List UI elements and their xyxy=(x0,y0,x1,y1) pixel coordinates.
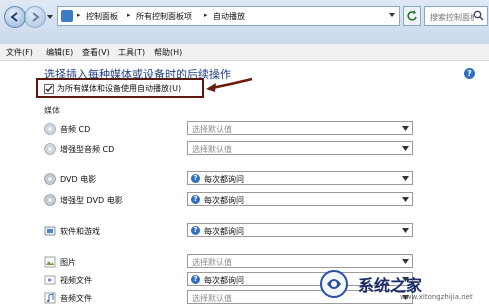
media-row-label: 图片 xyxy=(60,258,76,267)
select-value: 选择默认值 xyxy=(192,294,232,303)
back-button[interactable] xyxy=(4,6,26,28)
media-row-audio-cd: 音频 CD 选择默认值 xyxy=(44,121,424,137)
address-bar-area: ▸ 控制面板 ▸ 所有控制面板项 ▸ 自动播放 xyxy=(0,0,489,45)
address-bar[interactable]: ▸ 控制面板 ▸ 所有控制面板项 ▸ 自动播放 xyxy=(57,6,400,26)
software-games-icon xyxy=(44,226,56,236)
watermark-url: www.xitongzhijia.net xyxy=(400,293,473,301)
select-value: 每次都询问 xyxy=(204,196,244,205)
select-value: 每次都询问 xyxy=(204,276,244,285)
menu-bar: 文件(F) 编辑(E) 查看(V) 工具(T) 帮助(H) xyxy=(0,44,489,61)
refresh-button[interactable] xyxy=(403,6,421,26)
forward-arrow-icon xyxy=(32,12,40,22)
audio-files-icon xyxy=(44,292,56,304)
pictures-select[interactable]: 选择默认值 xyxy=(187,254,413,268)
menu-help[interactable]: 帮助(H) xyxy=(154,47,182,58)
autoplay-all-checkbox[interactable] xyxy=(44,84,54,94)
annotation-arrow-icon xyxy=(206,77,253,92)
watermark-logo-icon xyxy=(320,270,348,298)
control-panel-icon xyxy=(61,10,73,22)
breadcrumb-autoplay[interactable]: 自动播放 xyxy=(213,11,245,22)
enhanced-dvd-icon xyxy=(44,194,56,206)
select-value: 每次都询问 xyxy=(204,175,244,184)
select-value: 每次都询问 xyxy=(204,227,244,236)
chevron-down-icon xyxy=(402,126,409,131)
breadcrumb-control-panel[interactable]: 控制面板 xyxy=(86,11,118,22)
checkmark-icon xyxy=(45,85,53,92)
chevron-down-icon xyxy=(402,146,409,151)
media-row-label: 增强型 DVD 电影 xyxy=(60,196,123,205)
chevron-down-icon xyxy=(402,228,409,233)
enhanced-audio-cd-select[interactable]: 选择默认值 xyxy=(187,141,413,155)
menu-view[interactable]: 查看(V) xyxy=(82,47,110,58)
search-icon[interactable] xyxy=(473,10,484,21)
pictures-icon xyxy=(44,256,56,268)
recent-pages-chevron-icon[interactable] xyxy=(46,13,54,21)
software-games-select[interactable]: ? 每次都询问 xyxy=(187,223,413,237)
breadcrumb-all-items[interactable]: 所有控制面板项 xyxy=(136,11,192,22)
media-row-label: DVD 电影 xyxy=(60,175,97,184)
media-row-label: 软件和游戏 xyxy=(60,227,100,236)
watermark: 系统之家 www.xitongzhijia.net xyxy=(320,268,488,304)
search-box[interactable] xyxy=(424,6,488,26)
select-value: 选择默认值 xyxy=(192,145,232,154)
media-row-dvd-movie: DVD 电影 ? 每次都询问 xyxy=(44,171,424,187)
breadcrumb-separator: ▸ xyxy=(127,11,131,19)
menu-file[interactable]: 文件(F) xyxy=(6,47,33,58)
help-icon[interactable]: ? xyxy=(464,68,475,79)
question-icon: ? xyxy=(191,226,200,235)
chevron-down-icon xyxy=(402,259,409,264)
enhanced-dvd-select[interactable]: ? 每次都询问 xyxy=(187,192,413,206)
media-row-enhanced-audio-cd: 增强型音频 CD 选择默认值 xyxy=(44,141,424,157)
media-row-enhanced-dvd: 增强型 DVD 电影 ? 每次都询问 xyxy=(44,192,424,208)
menu-edit[interactable]: 编辑(E) xyxy=(46,47,73,58)
media-row-label: 音频 CD xyxy=(60,125,91,134)
back-arrow-icon xyxy=(10,12,18,22)
dvd-movie-icon xyxy=(44,173,56,185)
autoplay-all-label: 为所有媒体和设备使用自动播放(U) xyxy=(57,84,182,93)
forward-button[interactable] xyxy=(24,6,46,28)
dvd-movie-select[interactable]: ? 每次都询问 xyxy=(187,171,413,185)
media-row-label: 视频文件 xyxy=(60,276,92,285)
media-row-software-games: 软件和游戏 ? 每次都询问 xyxy=(44,223,424,239)
refresh-icon xyxy=(407,10,417,21)
question-icon: ? xyxy=(191,174,200,183)
chevron-down-icon xyxy=(402,176,409,181)
address-dropdown-icon[interactable] xyxy=(388,11,396,19)
section-media-label: 媒体 xyxy=(44,106,60,115)
search-input[interactable] xyxy=(428,8,476,26)
audio-cd-icon xyxy=(44,123,56,135)
menu-tools[interactable]: 工具(T) xyxy=(118,47,145,58)
media-row-label: 增强型音频 CD xyxy=(60,145,115,154)
select-value: 选择默认值 xyxy=(192,258,232,267)
media-row-label: 音频文件 xyxy=(60,294,92,303)
video-files-icon xyxy=(44,275,56,285)
breadcrumb-separator: ▸ xyxy=(204,11,208,19)
audio-cd-select[interactable]: 选择默认值 xyxy=(187,121,413,135)
enhanced-audio-cd-icon xyxy=(44,143,56,155)
chevron-down-icon xyxy=(402,197,409,202)
breadcrumb-separator: ▸ xyxy=(77,11,81,19)
select-value: 选择默认值 xyxy=(192,125,232,134)
question-icon: ? xyxy=(191,275,200,284)
question-icon: ? xyxy=(191,195,200,204)
